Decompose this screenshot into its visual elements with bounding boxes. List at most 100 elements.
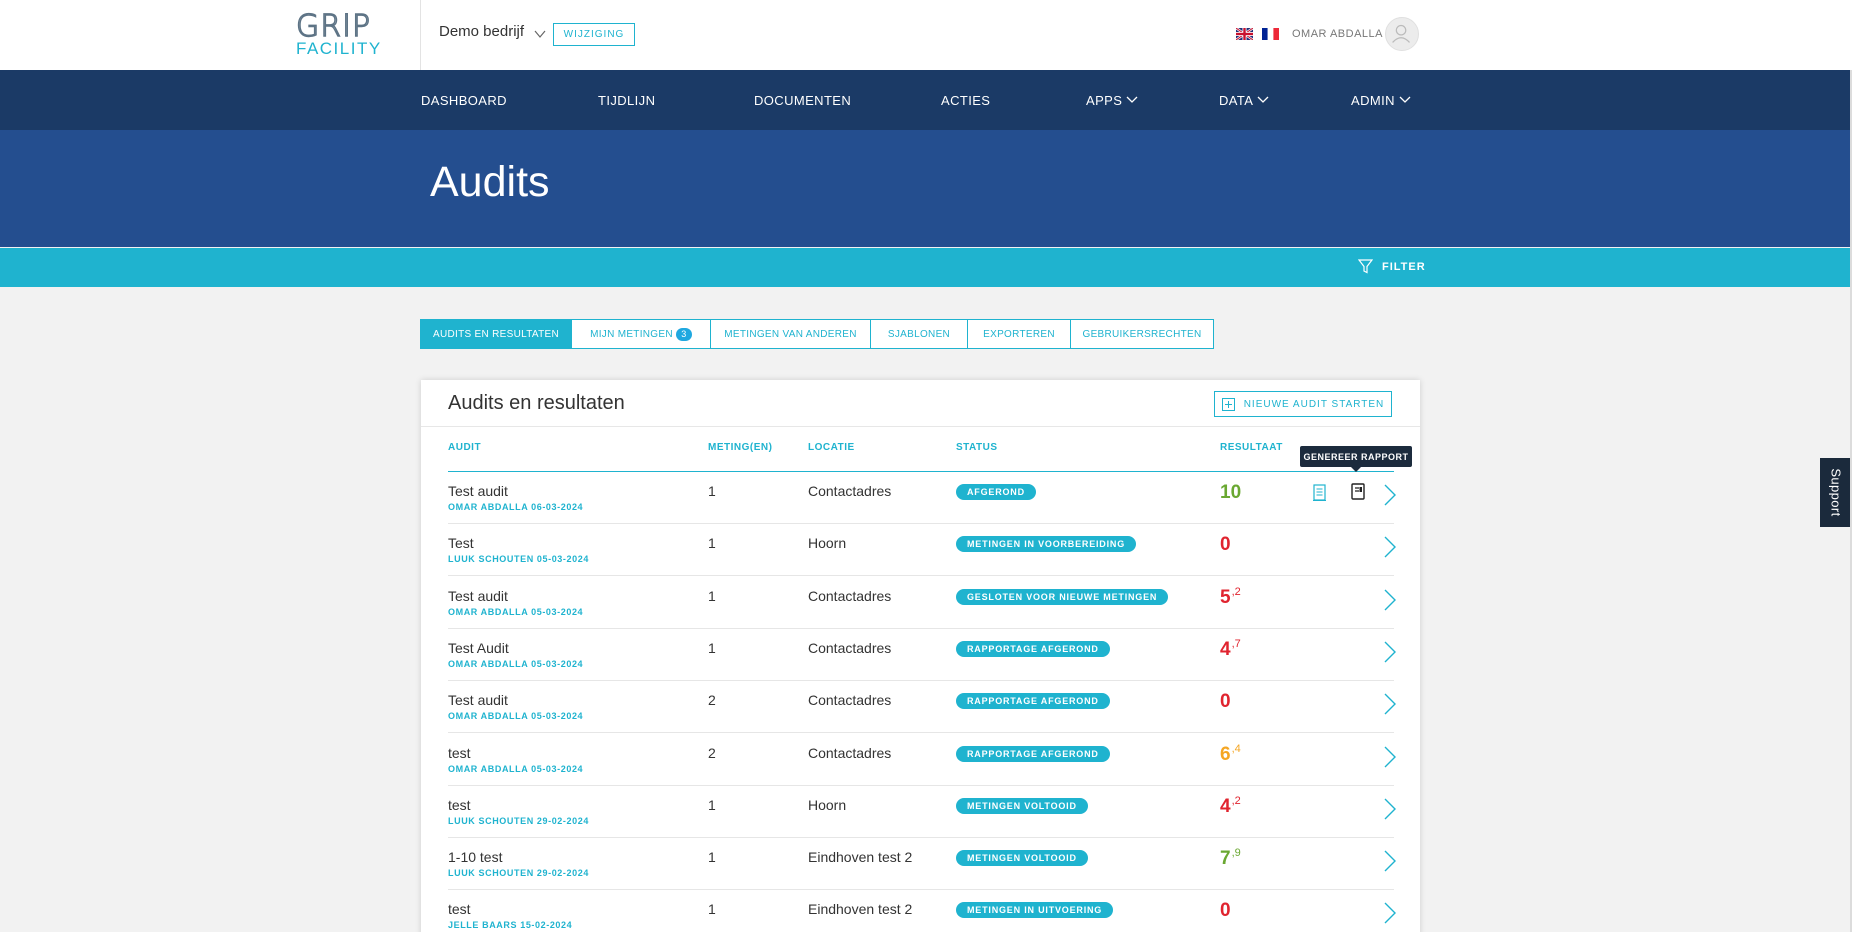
chevron-right-icon[interactable] bbox=[1384, 902, 1396, 924]
generate-report-icon[interactable] bbox=[1350, 483, 1366, 501]
page-hero: Audits bbox=[0, 130, 1852, 247]
chevron-right-icon[interactable] bbox=[1384, 746, 1396, 768]
tab-mijn-metingen[interactable]: MIJN METINGEN 3 bbox=[571, 319, 711, 349]
chevron-down-icon bbox=[1257, 96, 1269, 103]
result-score: 6,4 bbox=[1220, 742, 1241, 766]
nav-admin[interactable]: ADMIN bbox=[1351, 70, 1411, 130]
chevron-right-icon[interactable] bbox=[1384, 536, 1396, 558]
tab-label: MIJN METINGEN bbox=[590, 328, 673, 340]
result-score: 10 bbox=[1220, 482, 1242, 504]
chevron-right-icon[interactable] bbox=[1384, 589, 1396, 611]
logo-text-facility: FACILITY bbox=[296, 39, 382, 58]
tab-label: METINGEN VAN ANDEREN bbox=[724, 328, 857, 340]
chevron-right-icon[interactable] bbox=[1384, 484, 1396, 506]
filter-button[interactable]: FILTER bbox=[1358, 259, 1426, 274]
plus-box-icon bbox=[1221, 397, 1235, 411]
table-row[interactable]: test OMAR ABDALLA 05-03-2024 2 Contactadres… bbox=[448, 734, 1396, 786]
support-label: Support bbox=[1828, 468, 1844, 517]
metingen-count: 2 bbox=[708, 692, 716, 709]
grip-facility-logo[interactable]: GRIP FACILITY bbox=[295, 11, 382, 58]
nav-data[interactable]: DATA bbox=[1219, 70, 1269, 130]
support-tab[interactable]: Support bbox=[1820, 458, 1852, 527]
location: Eindhoven test 2 bbox=[808, 849, 913, 866]
result-decimal: ,4 bbox=[1231, 742, 1241, 755]
audit-name: 1-10 test bbox=[448, 849, 503, 866]
tab-label: EXPORTEREN bbox=[983, 328, 1055, 340]
metingen-count: 2 bbox=[708, 744, 716, 761]
report-document-icon[interactable] bbox=[1312, 484, 1328, 502]
tab-sjablonen[interactable]: SJABLONEN bbox=[870, 319, 968, 349]
column-header-resultaat[interactable]: RESULTAAT bbox=[1220, 442, 1283, 453]
status-badge: METINGEN IN VOORBEREIDING bbox=[956, 536, 1137, 553]
avatar[interactable] bbox=[1385, 17, 1419, 51]
metingen-count: 1 bbox=[708, 849, 716, 866]
nav-label: DOCUMENTEN bbox=[754, 92, 852, 108]
tab-metingen-van-anderen[interactable]: METINGEN VAN ANDEREN bbox=[710, 319, 871, 349]
filter-icon bbox=[1358, 259, 1373, 274]
nav-apps[interactable]: APPS bbox=[1086, 70, 1138, 130]
result-score: 4,7 bbox=[1220, 637, 1241, 661]
audit-author-date: LUUK SCHOUTEN 29-02-2024 bbox=[448, 868, 589, 879]
location: Contactadres bbox=[808, 483, 892, 499]
chevron-down-icon[interactable] bbox=[534, 28, 546, 40]
table-row[interactable]: Test audit OMAR ABDALLA 05-03-2024 2 Contac… bbox=[448, 681, 1396, 734]
result-main: 6 bbox=[1220, 743, 1231, 765]
column-header-audit[interactable]: AUDIT bbox=[448, 442, 481, 453]
nav-dashboard[interactable]: DASHBOARD bbox=[421, 70, 507, 130]
change-company-button[interactable]: WIJZIGING bbox=[553, 23, 635, 46]
metingen-count: 1 bbox=[708, 535, 716, 552]
filter-bar: FILTER bbox=[0, 248, 1852, 287]
column-header-locatie[interactable]: LOCATIE bbox=[808, 442, 855, 453]
audit-author-date: OMAR ABDALLA 05-03-2024 bbox=[448, 606, 584, 617]
nav-label: DATA bbox=[1219, 92, 1254, 108]
result-score: 4,2 bbox=[1220, 795, 1241, 818]
metingen-count: 1 bbox=[708, 796, 716, 813]
user-icon bbox=[1392, 24, 1410, 43]
audit-author-date: OMAR ABDALLA 06-03-2024 bbox=[448, 502, 584, 512]
nav-label: APPS bbox=[1086, 92, 1123, 108]
location: Contactadres bbox=[808, 639, 892, 656]
table-row[interactable]: test JELLE BAARS 15-02-2024 1 Eindhoven tes… bbox=[448, 890, 1396, 932]
audit-name: Test bbox=[448, 535, 474, 552]
nav-documenten[interactable]: DOCUMENTEN bbox=[754, 70, 851, 130]
result-main: 0 bbox=[1220, 534, 1231, 556]
location: Contactadres bbox=[808, 692, 892, 709]
table-row[interactable]: Test audit OMAR ABDALLA 06-03-2024 1 Contac… bbox=[448, 472, 1396, 524]
chevron-right-icon[interactable] bbox=[1384, 850, 1396, 872]
nav-acties[interactable]: ACTIES bbox=[941, 70, 990, 130]
audit-name: test bbox=[448, 796, 471, 813]
result-main: 0 bbox=[1220, 900, 1231, 922]
audit-name: test bbox=[448, 744, 471, 761]
location: Contactadres bbox=[808, 587, 892, 604]
company-name[interactable]: Demo bedrijf bbox=[439, 23, 524, 40]
tab-audits-en-resultaten[interactable]: AUDITS EN RESULTATEN bbox=[420, 319, 572, 349]
table-row[interactable]: Test audit OMAR ABDALLA 05-03-2024 1 Contac… bbox=[448, 577, 1396, 629]
audit-name: Test Audit bbox=[448, 639, 509, 656]
user-name[interactable]: OMAR ABDALLA bbox=[1292, 28, 1383, 40]
chevron-right-icon[interactable] bbox=[1384, 798, 1396, 820]
chevron-right-icon[interactable] bbox=[1384, 693, 1396, 715]
audits-card: Audits en resultaten NIEUWE AUDIT STARTE… bbox=[421, 380, 1420, 932]
location: Eindhoven test 2 bbox=[808, 901, 913, 918]
card-title: Audits en resultaten bbox=[448, 392, 625, 414]
table-row[interactable]: Test LUUK SCHOUTEN 05-03-2024 1 Hoorn METING… bbox=[448, 524, 1396, 577]
new-audit-button[interactable]: NIEUWE AUDIT STARTEN bbox=[1214, 391, 1392, 417]
tab-gebruikersrechten[interactable]: GEBRUIKERSRECHTEN bbox=[1070, 319, 1214, 349]
column-header-metingen[interactable]: METING(EN) bbox=[708, 442, 772, 453]
uk-flag-icon[interactable] bbox=[1236, 28, 1253, 40]
result-score: 0 bbox=[1220, 691, 1232, 713]
nav-tijdlijn[interactable]: TIJDLIJN bbox=[598, 70, 655, 130]
result-decimal: ,7 bbox=[1231, 637, 1241, 650]
table-row[interactable]: test LUUK SCHOUTEN 29-02-2024 1 Hoorn METING… bbox=[448, 786, 1396, 838]
column-header-status[interactable]: STATUS bbox=[956, 442, 998, 453]
table-row[interactable]: Test Audit OMAR ABDALLA 05-03-2024 1 Contac… bbox=[448, 629, 1396, 681]
table-row[interactable]: 1-10 test LUUK SCHOUTEN 29-02-2024 1 Eindho… bbox=[448, 838, 1396, 891]
status-badge: RAPPORTAGE AFGEROND bbox=[956, 640, 1110, 657]
french-flag-icon[interactable] bbox=[1262, 28, 1279, 40]
result-main: 10 bbox=[1220, 482, 1242, 503]
audit-author-date: OMAR ABDALLA 05-03-2024 bbox=[448, 711, 584, 722]
chevron-down-icon bbox=[1126, 96, 1138, 103]
page-title: Audits bbox=[430, 158, 550, 206]
tab-exporteren[interactable]: EXPORTEREN bbox=[967, 319, 1071, 349]
chevron-right-icon[interactable] bbox=[1384, 641, 1396, 663]
